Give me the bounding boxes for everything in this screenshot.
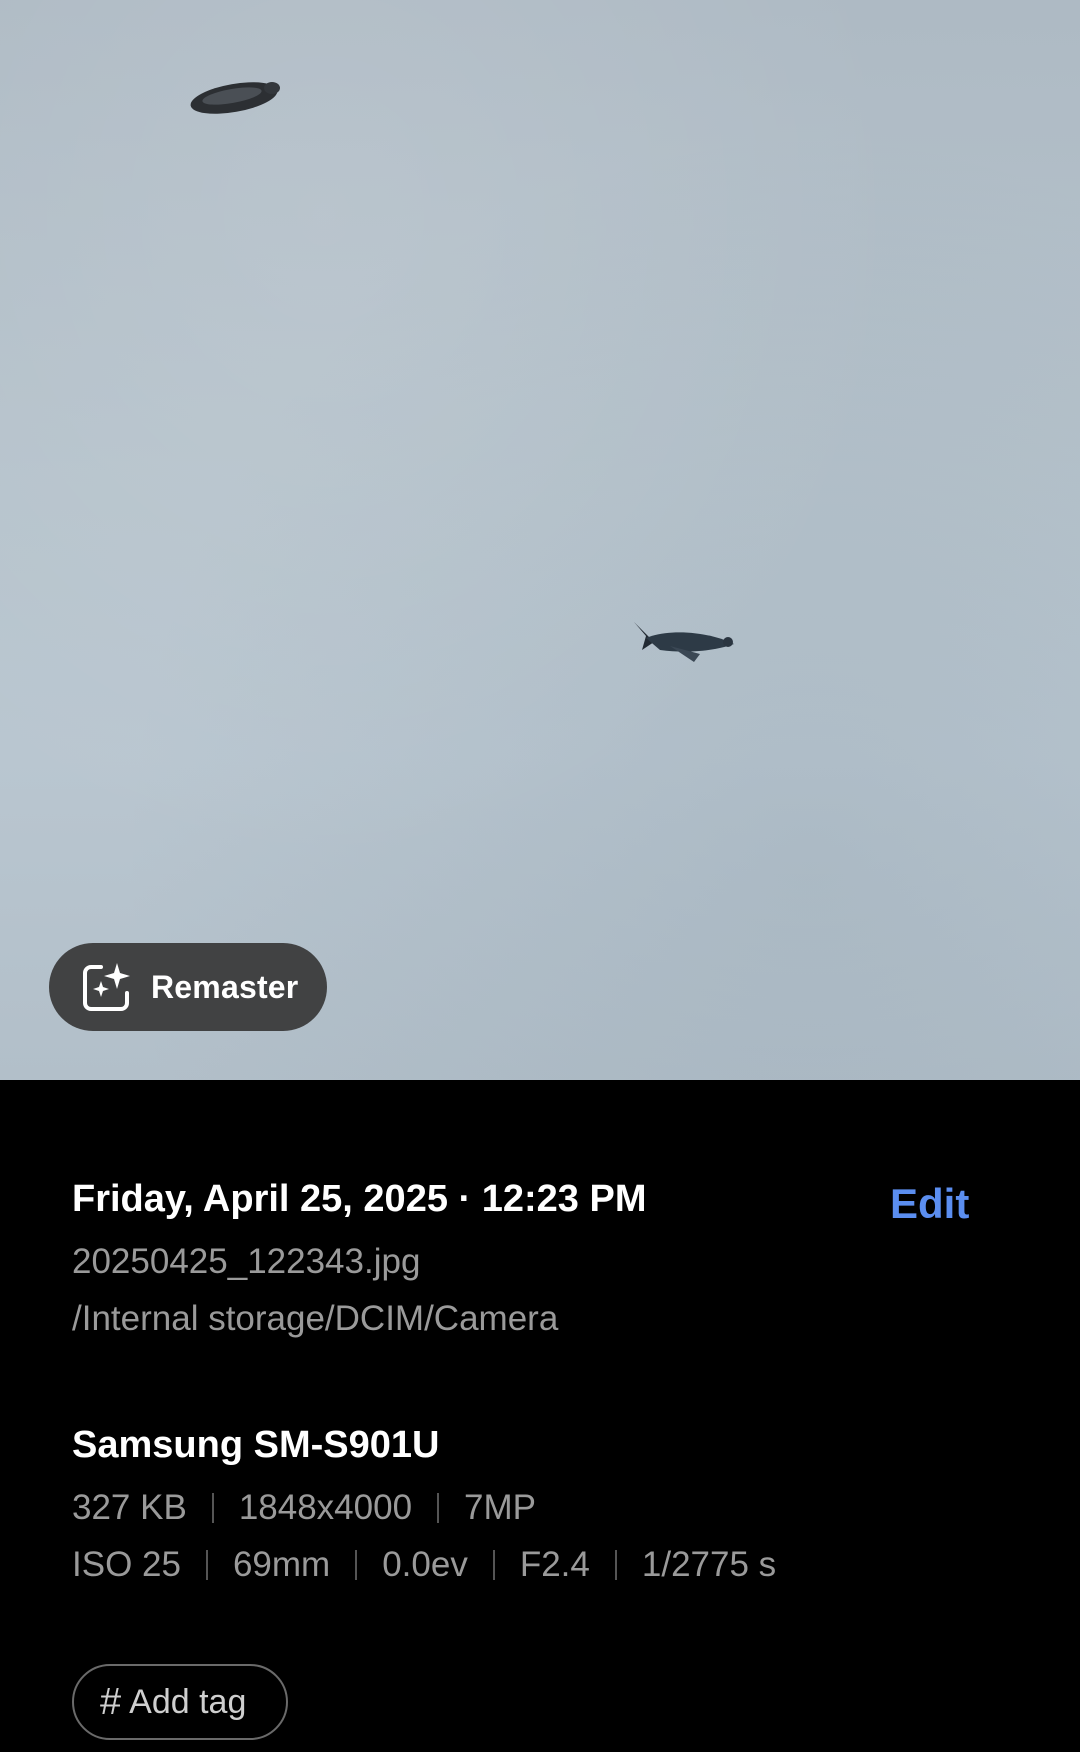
photo-details-screen: Remaster Friday, April 25, 2025 · 12:23 … — [0, 0, 1080, 1752]
remaster-button[interactable]: Remaster — [49, 943, 327, 1031]
iso: ISO 25 — [72, 1545, 181, 1584]
shutter-speed: 1/2775 s — [641, 1545, 777, 1584]
sparkle-image-icon — [83, 963, 130, 1011]
megapixels: 7MP — [464, 1488, 537, 1527]
focal-length: 69mm — [232, 1545, 331, 1584]
add-tag-button[interactable]: # Add tag — [72, 1664, 288, 1740]
edit-button[interactable]: Edit — [890, 1180, 969, 1228]
exposure-value: 0.0ev — [382, 1545, 468, 1584]
file-specs-row: 327 KB 1848x4000 7MP — [72, 1488, 536, 1528]
divider — [614, 1550, 617, 1580]
hash-icon: # — [100, 1680, 122, 1723]
divider — [437, 1493, 440, 1523]
divider — [492, 1550, 495, 1580]
date-time-separator: · — [458, 1178, 472, 1220]
remaster-label: Remaster — [151, 968, 299, 1005]
device-name: Samsung SM-S901U — [72, 1424, 440, 1466]
aperture: F2.4 — [519, 1545, 590, 1584]
file-size: 327 KB — [72, 1488, 187, 1527]
add-tag-label: Add tag — [129, 1682, 247, 1721]
photo-details-panel: Friday, April 25, 2025 · 12:23 PM Edit 2… — [0, 1080, 1080, 1752]
file-path: /Internal storage/DCIM/Camera — [72, 1299, 559, 1338]
resolution: 1848x4000 — [238, 1488, 413, 1527]
file-name: 20250425_122343.jpg — [72, 1242, 421, 1281]
divider — [211, 1493, 214, 1523]
camera-specs-row: ISO 25 69mm 0.0ev F2.4 1/2775 s — [72, 1545, 776, 1585]
photo-time: 12:23 PM — [481, 1178, 647, 1220]
bird-icon — [634, 622, 734, 662]
bird-icon — [190, 82, 280, 114]
divider — [205, 1550, 208, 1580]
photo-date: Friday, April 25, 2025 — [72, 1178, 448, 1220]
photo-viewer[interactable]: Remaster — [0, 0, 1080, 1080]
divider — [355, 1550, 358, 1580]
date-time: Friday, April 25, 2025 · 12:23 PM — [72, 1178, 647, 1221]
